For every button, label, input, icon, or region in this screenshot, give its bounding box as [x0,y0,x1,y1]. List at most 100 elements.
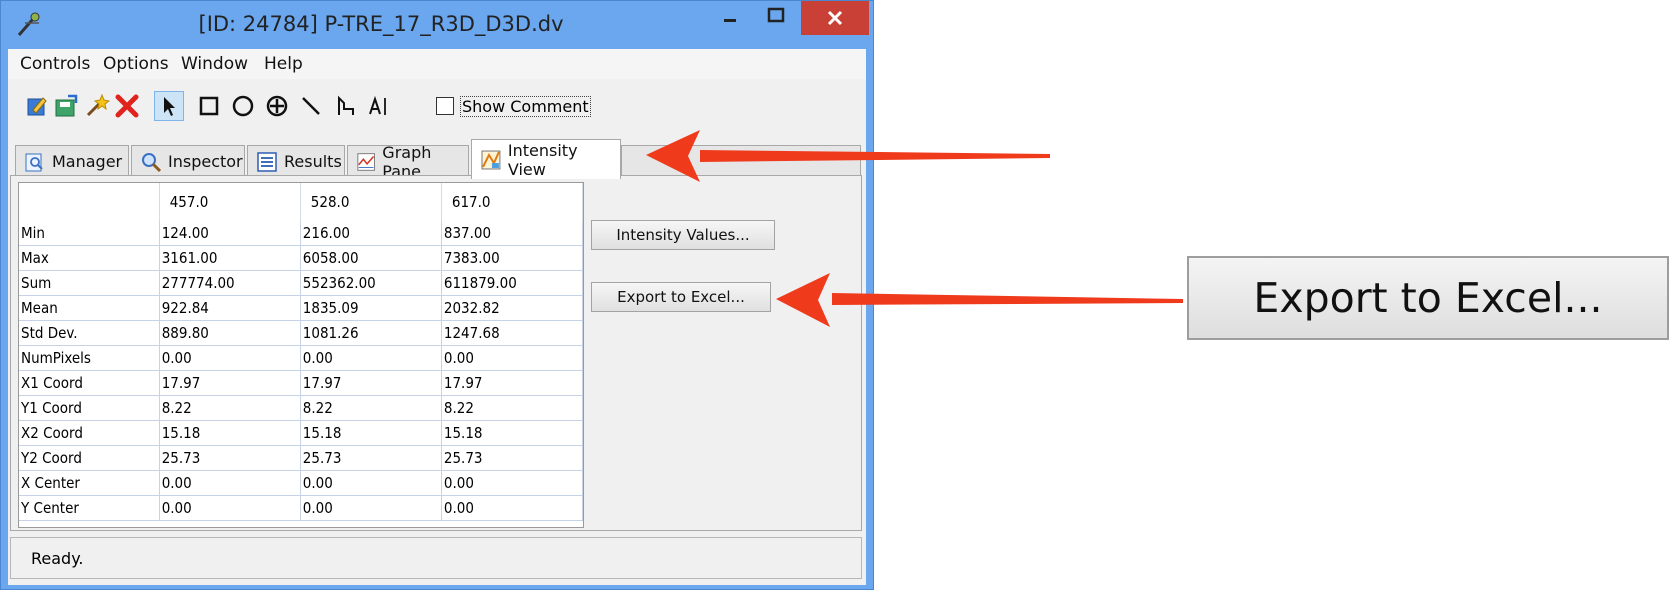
row-label[interactable]: Y2 Coord [19,445,160,471]
magnifier-icon [142,152,162,172]
table-cell[interactable]: 0.00 [159,495,301,521]
table-cell[interactable]: 552362.00 [300,270,442,296]
menu-controls[interactable]: Controls [20,54,90,74]
table-cell[interactable]: 17.97 [300,370,442,396]
export-excel-button[interactable]: Export to Excel... [591,282,771,312]
status-bar: Ready. [10,537,862,579]
row-label[interactable]: Mean [19,295,160,321]
delete-icon[interactable] [112,91,142,121]
table-cell[interactable]: 1247.68 [441,320,583,346]
table-cell[interactable]: 922.84 [159,295,301,321]
table-cell[interactable]: 15.18 [159,420,301,446]
row-label[interactable]: Y1 Coord [19,395,160,421]
table-cell[interactable]: 17.97 [441,370,583,396]
tab-label: Intensity View [507,140,578,179]
tab-graph-pane[interactable]: Graph Pane [347,143,469,181]
tab-strip: Manager Inspector Results Graph Pane Int… [8,137,866,181]
row-label[interactable]: Y Center [19,495,160,521]
tab-results[interactable]: Results [247,145,345,177]
table-cell[interactable]: 0.00 [159,345,301,371]
table-row[interactable]: X2 Coord 15.18 15.18 15.18 [19,420,583,446]
row-label[interactable]: X1 Coord [19,370,160,396]
minimize-button[interactable] [707,1,753,35]
text-tool-icon[interactable] [364,91,394,121]
table-cell[interactable]: 15.18 [441,420,583,446]
tab-manager[interactable]: Manager [15,145,129,177]
table-cell[interactable]: 7383.00 [441,245,583,271]
table-row[interactable]: Min 124.00 216.00 837.00 [19,221,583,246]
row-label[interactable]: Max [19,245,160,271]
pointer-icon[interactable] [154,91,184,121]
table-cell[interactable]: 124.00 [159,221,301,246]
menu-help[interactable]: Help [264,54,303,74]
table-cell[interactable]: 0.00 [300,345,442,371]
maximize-button[interactable] [753,1,799,35]
column-header[interactable]: 617.0 [441,183,583,221]
point-tool-icon[interactable] [262,91,292,121]
row-label[interactable]: Sum [19,270,160,296]
title-bar[interactable]: [ID: 24784] P-TRE_17_R3D_D3D.dv [1,1,875,49]
table-row[interactable]: Max 3161.00 6058.00 7383.00 [19,245,583,271]
table-row[interactable]: X1 Coord 17.97 17.97 17.97 [19,370,583,396]
magic-wand-icon[interactable] [82,91,112,121]
table-cell[interactable]: 837.00 [441,221,583,246]
ellipse-tool-icon[interactable] [228,91,258,121]
table-cell[interactable]: 2032.82 [441,295,583,321]
polyline-tool-icon[interactable] [330,91,360,121]
table-cell[interactable]: 1081.26 [300,320,442,346]
table-cell[interactable]: 889.80 [159,320,301,346]
tab-intensity-view[interactable]: Intensity View [471,139,621,179]
table-cell[interactable]: 25.73 [441,445,583,471]
edit-icon[interactable] [22,91,52,121]
menu-options[interactable]: Options [103,54,169,74]
table-cell[interactable]: 8.22 [300,395,442,421]
menu-window[interactable]: Window [181,54,248,74]
table-row[interactable]: Y2 Coord 25.73 25.73 25.73 [19,445,583,471]
table-cell[interactable]: 216.00 [300,221,442,246]
table-cell[interactable]: 15.18 [300,420,442,446]
table-cell[interactable]: 17.97 [159,370,301,396]
table-cell[interactable]: 25.73 [300,445,442,471]
column-header[interactable]: 528.0 [300,183,442,221]
table-cell[interactable]: 0.00 [441,470,583,496]
table-row[interactable]: X Center 0.00 0.00 0.00 [19,470,583,496]
table-cell[interactable]: 1835.09 [300,295,442,321]
table-cell[interactable]: 277774.00 [159,270,301,296]
table-cell[interactable]: 0.00 [441,495,583,521]
row-label[interactable]: X Center [19,470,160,496]
rectangle-tool-icon[interactable] [194,91,224,121]
column-header[interactable]: 457.0 [159,183,301,221]
table-row[interactable]: Y1 Coord 8.22 8.22 8.22 [19,395,583,421]
table-row[interactable]: Mean 922.84 1835.09 2032.82 [19,295,583,321]
line-tool-icon[interactable] [296,91,326,121]
column-header[interactable] [19,183,160,221]
tab-hidden[interactable] [621,145,861,177]
table-cell[interactable]: 0.00 [441,345,583,371]
table-cell[interactable]: 611879.00 [441,270,583,296]
table-cell[interactable]: 0.00 [300,495,442,521]
table-cell[interactable]: 0.00 [159,470,301,496]
row-label[interactable]: NumPixels [19,345,160,371]
statistics-table: 457.0 528.0 617.0 Min 124.00 216.00 837.00 M… [18,182,584,528]
table-row[interactable]: Std Dev. 889.80 1081.26 1247.68 [19,320,583,346]
row-label[interactable]: X2 Coord [19,420,160,446]
intensity-values-button[interactable]: Intensity Values... [591,220,775,250]
row-label[interactable]: Std Dev. [19,320,160,346]
row-label[interactable]: Min [19,221,160,246]
save-icon[interactable] [52,91,82,121]
table-cell[interactable]: 6058.00 [300,245,442,271]
table-cell[interactable]: 0.00 [300,470,442,496]
table-row[interactable]: Y Center 0.00 0.00 0.00 [19,495,583,521]
close-button[interactable] [801,1,869,35]
tab-inspector[interactable]: Inspector [131,145,245,177]
table-row[interactable]: Sum 277774.00 552362.00 611879.00 [19,270,583,296]
intensity-view-panel: 457.0 528.0 617.0 Min 124.00 216.00 837.00 M… [10,175,862,531]
table-row[interactable]: NumPixels 0.00 0.00 0.00 [19,345,583,371]
table-cell[interactable]: 3161.00 [159,245,301,271]
tab-label: Manager [52,152,123,171]
table-cell[interactable]: 8.22 [159,395,301,421]
client-area: Controls Options Window Help Show Commen… [8,49,866,585]
table-cell[interactable]: 25.73 [159,445,301,471]
show-comment-checkbox[interactable] [436,97,454,115]
table-cell[interactable]: 8.22 [441,395,583,421]
